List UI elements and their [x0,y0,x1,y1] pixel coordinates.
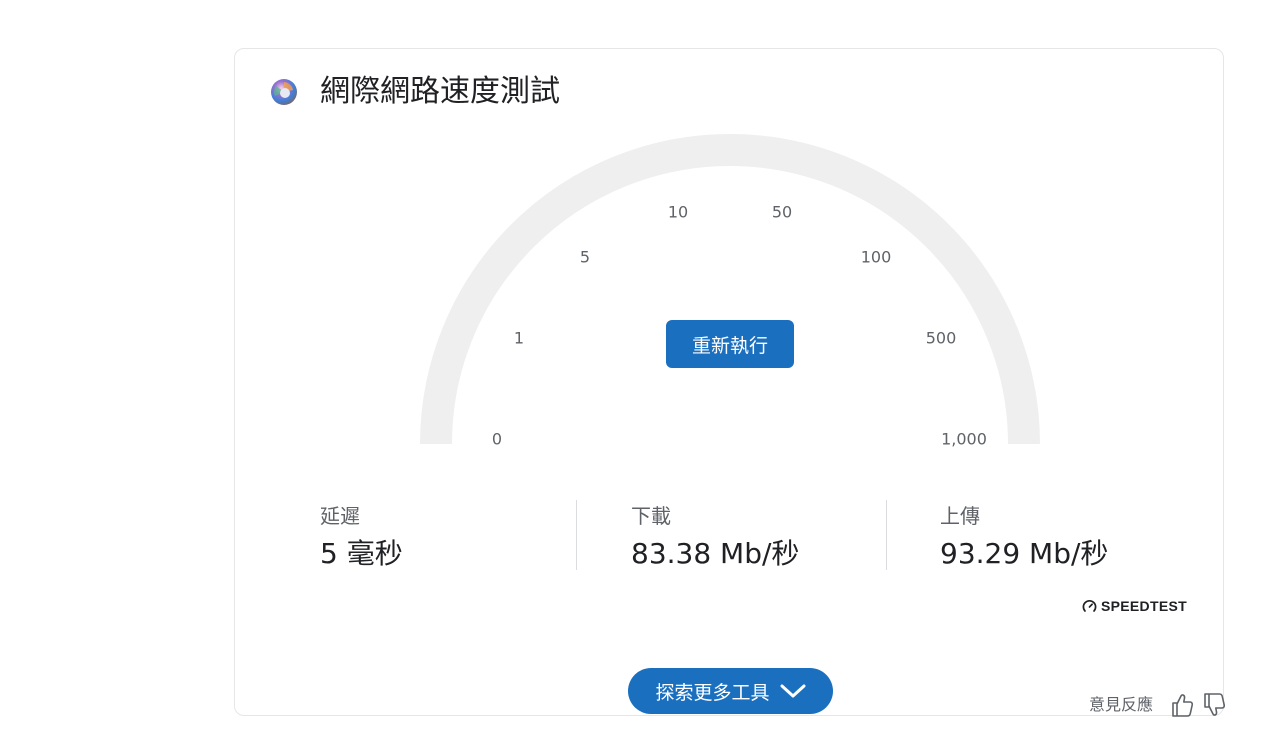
page-title: 網際網路速度測試 [320,74,560,109]
thumbs-down-icon[interactable] [1202,692,1226,718]
explore-more-tools-button[interactable]: 探索更多工具 [628,668,833,714]
speedometer-icon [1082,599,1097,612]
latency-label: 延遲 [320,504,360,528]
speed-gauge [420,134,1040,445]
feedback-link[interactable]: 意見反應 [1089,694,1153,716]
speedtest-brand[interactable]: SPEEDTEST [1082,597,1187,615]
gauge-tick-1000: 1,000 [941,429,987,449]
explore-label: 探索更多工具 [655,681,770,704]
download-label: 下載 [631,504,671,528]
rerun-button[interactable]: 重新執行 [666,320,794,368]
gauge-tick-1: 1 [513,328,525,348]
gauge-tick-5: 5 [579,247,591,267]
gauge-tick-100: 100 [860,247,892,267]
download-stat: 下載 83.38 Mb/秒 [631,502,799,574]
gauge-tick-10: 10 [667,202,689,222]
chevron-down-icon [780,684,805,698]
speed-test-globe-icon [271,79,297,105]
upload-stat: 上傳 93.29 Mb/秒 [940,502,1108,574]
stat-divider [886,500,887,570]
gauge-tick-50: 50 [771,202,793,222]
upload-value: 93.29 Mb/秒 [940,537,1109,570]
speedtest-label: SPEEDTEST [1101,598,1187,614]
gauge-tick-500: 500 [925,328,957,348]
latency-value: 5 毫秒 [320,537,403,570]
gauge-tick-0: 0 [491,429,503,449]
stat-divider [576,500,577,570]
thumbs-up-icon[interactable] [1170,692,1194,718]
latency-stat: 延遲 5 毫秒 [320,502,403,574]
upload-label: 上傳 [940,504,980,528]
download-value: 83.38 Mb/秒 [631,537,800,570]
gauge-track [420,134,1040,445]
